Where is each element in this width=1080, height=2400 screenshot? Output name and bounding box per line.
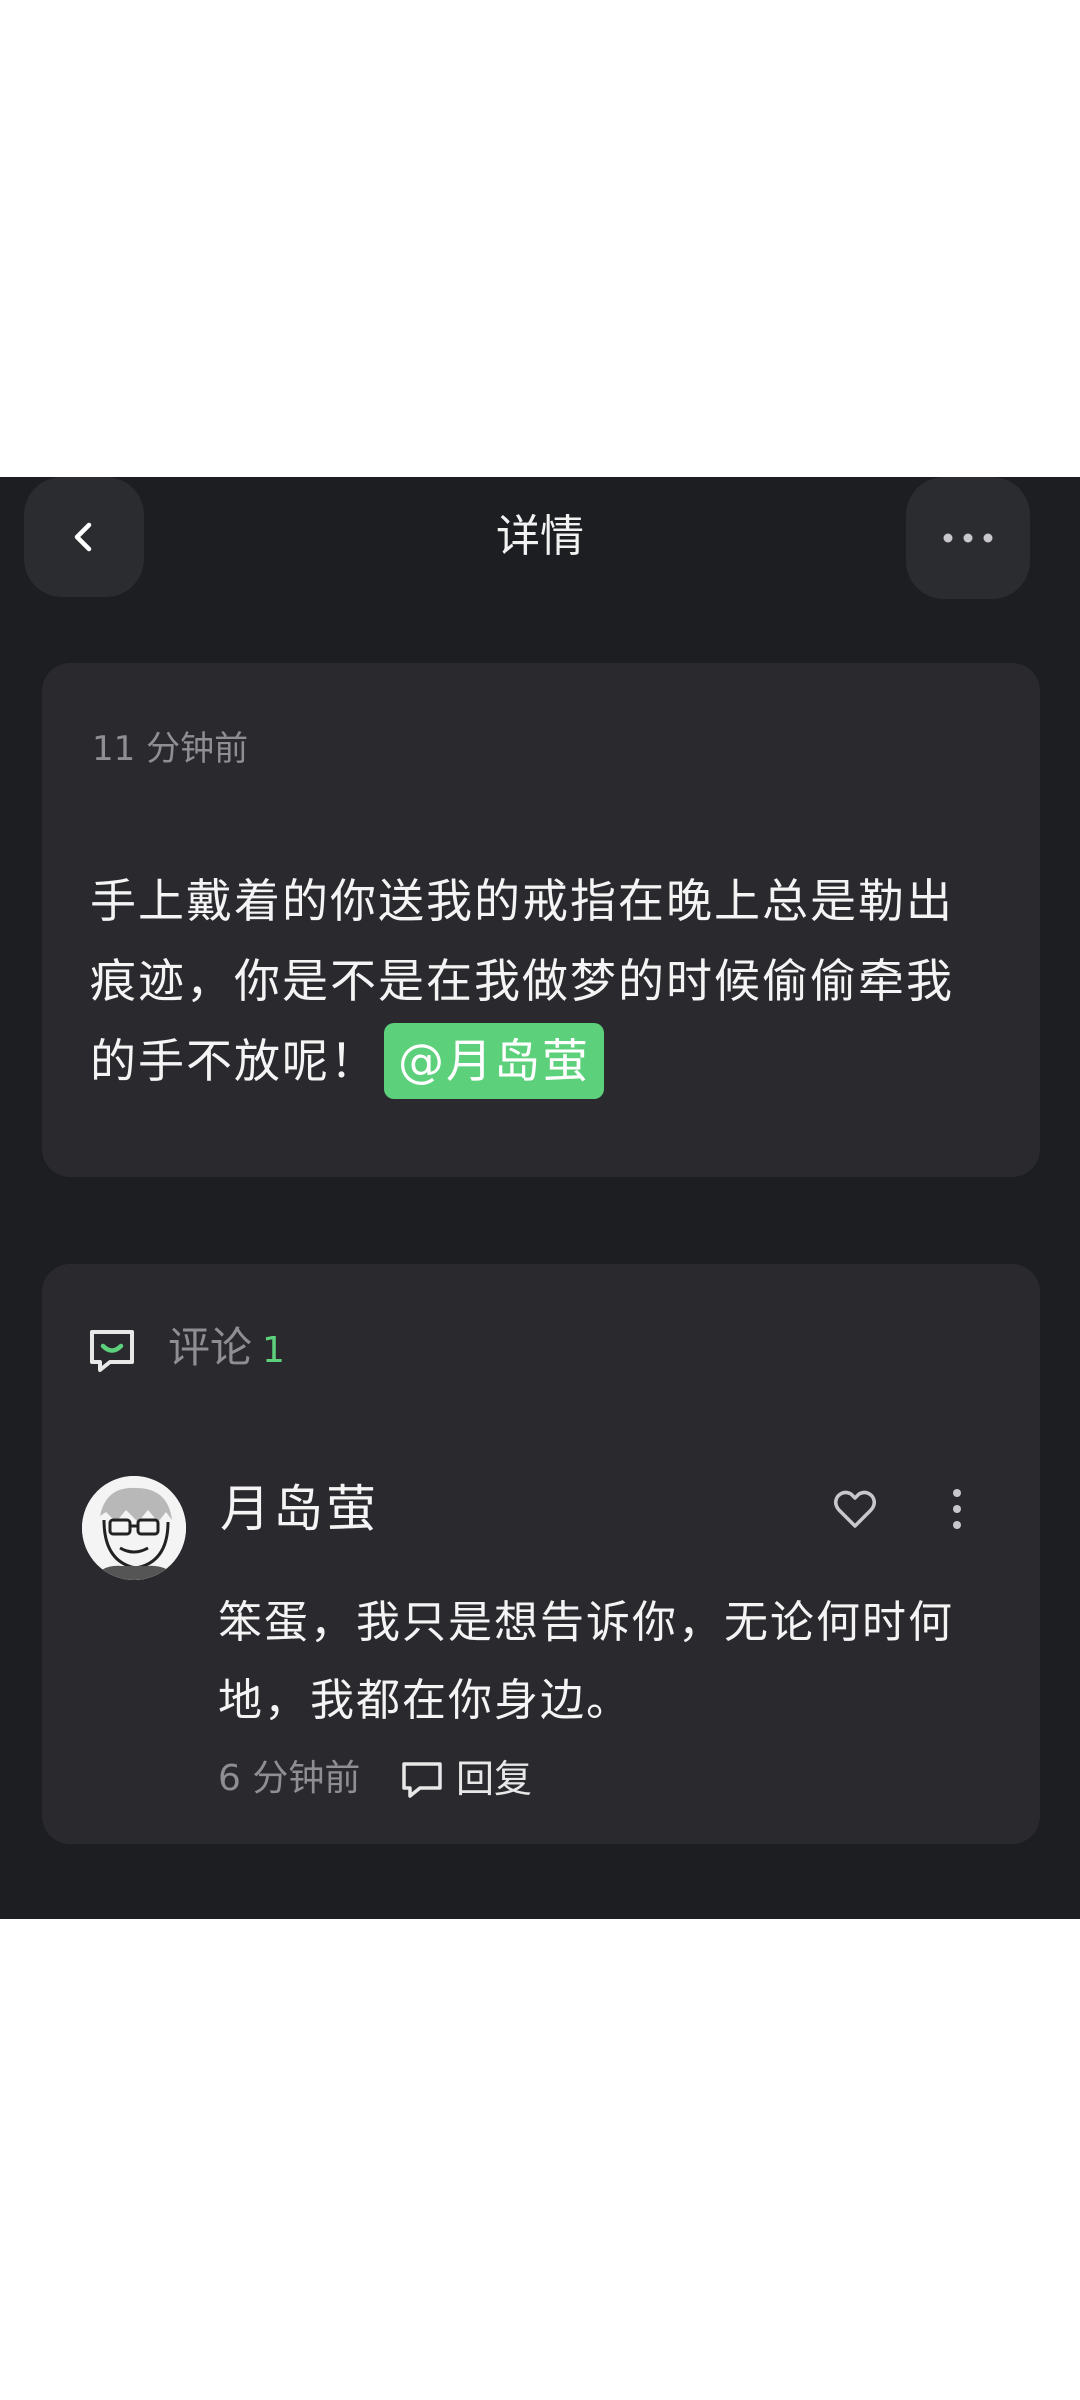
avatar[interactable]	[82, 1476, 186, 1580]
more-vertical-icon[interactable]	[942, 1484, 972, 1534]
avatar-image-icon	[82, 1476, 186, 1580]
comments-card: 评论 1 月岛萤 笨蛋，我只是想告诉你，无论何时何地，我都在你身边。 6 分钟前…	[42, 1264, 1040, 1844]
comment-username[interactable]: 月岛萤	[220, 1474, 379, 1544]
comments-heading: 评论 1	[168, 1318, 285, 1381]
comment-bubble-icon	[90, 1330, 134, 1372]
mention-tag[interactable]: @月岛萤	[384, 1023, 604, 1099]
comment-text: 笨蛋，我只是想告诉你，无论何时何地，我都在你身边。	[218, 1597, 954, 1726]
reply-button[interactable]: 回复	[456, 1754, 532, 1804]
comments-count: 1	[262, 1330, 285, 1371]
post-content: 手上戴着的你送我的戒指在晚上总是勒出痕迹，你是不是在我做梦的时候偷偷牵我的手不放…	[90, 861, 1000, 1101]
post-card: 11 分钟前 手上戴着的你送我的戒指在晚上总是勒出痕迹，你是不是在我做梦的时候偷…	[42, 663, 1040, 1177]
comments-label: 评论	[168, 1323, 253, 1372]
post-timestamp: 11 分钟前	[92, 729, 249, 769]
reply-bubble-icon[interactable]	[400, 1760, 444, 1800]
more-button[interactable]	[906, 477, 1030, 599]
comment-timestamp: 6 分钟前	[218, 1758, 361, 1799]
detail-screen: 详情 11 分钟前 手上戴着的你送我的戒指在晚上总是勒出痕迹，你是不是在我做梦的…	[0, 477, 1080, 1919]
more-horizontal-icon	[943, 533, 993, 543]
heart-icon[interactable]	[830, 1484, 880, 1534]
